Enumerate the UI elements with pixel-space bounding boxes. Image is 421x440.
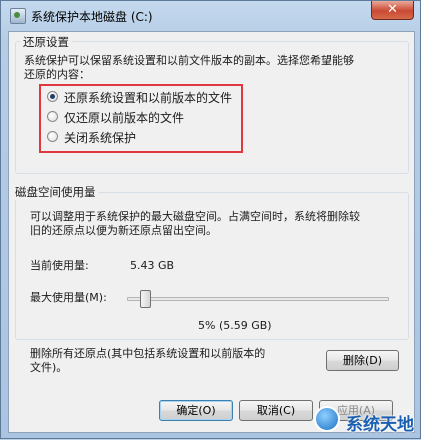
delete-button[interactable]: 删除(D) — [326, 350, 399, 371]
dialog-window: 系统保护本地磁盘 (C:) ✕ 还原设置 系统保护可以保留系统设置和以前文件版本… — [0, 0, 421, 439]
ok-button[interactable]: 确定(O) — [159, 400, 233, 421]
radio-label[interactable]: 仅还原以前版本的文件 — [64, 109, 184, 126]
disk-usage-description: 可以调整用于系统保护的最大磁盘空间。占满空间时，系统将删除较 旧的还原点以便为新… — [30, 210, 410, 238]
system-protection-icon — [10, 8, 26, 24]
radio-label[interactable]: 还原系统设置和以前版本的文件 — [64, 89, 232, 106]
dialog-content: 还原设置 系统保护可以保留系统设置和以前文件版本的副本。选择您希望能够 还原的内… — [8, 31, 415, 433]
cancel-button[interactable]: 取消(C) — [239, 400, 313, 421]
restore-description-line: 系统保护可以保留系统设置和以前文件版本的副本。选择您希望能够 — [24, 54, 354, 67]
delete-description-line: 文件)。 — [30, 361, 68, 374]
restore-description-line: 还原的内容： — [24, 68, 90, 81]
close-button[interactable]: ✕ — [371, 1, 414, 20]
current-usage-label: 当前使用量: — [30, 259, 89, 272]
title-bar[interactable]: 系统保护本地磁盘 (C:) ✕ — [1, 1, 420, 31]
delete-description-line: 删除所有还原点(其中包括系统设置和以前版本的 — [30, 347, 266, 360]
window-title: 系统保护本地磁盘 (C:) — [31, 10, 153, 24]
max-usage-value: 5% (5.59 GB) — [198, 319, 272, 332]
disk-usage-description-line: 可以调整用于系统保护的最大磁盘空间。占满空间时，系统将删除较 — [30, 210, 360, 223]
delete-description: 删除所有还原点(其中包括系统设置和以前版本的 文件)。 — [30, 347, 320, 375]
max-usage-slider-track[interactable] — [127, 297, 389, 301]
current-usage-value: 5.43 GB — [130, 259, 175, 272]
max-usage-label: 最大使用量(M): — [30, 291, 107, 304]
watermark-logo-icon — [314, 406, 340, 432]
radio-label[interactable]: 关闭系统保护 — [64, 129, 136, 146]
radio-button-icon[interactable] — [47, 111, 58, 122]
radio-button-icon[interactable] — [47, 131, 58, 142]
site-watermark: 系统天地 — [306, 402, 421, 440]
disk-usage-description-line: 旧的还原点以便为新还原点留出空间。 — [30, 224, 217, 237]
watermark-text: 系统天地 — [346, 415, 414, 435]
restore-description: 系统保护可以保留系统设置和以前文件版本的副本。选择您希望能够 还原的内容： — [24, 54, 409, 82]
disk-usage-title: 磁盘空间使用量 — [12, 184, 99, 200]
max-usage-slider-thumb[interactable] — [139, 290, 151, 308]
restore-settings-title: 还原设置 — [20, 34, 72, 50]
radio-button-icon[interactable] — [47, 91, 58, 102]
